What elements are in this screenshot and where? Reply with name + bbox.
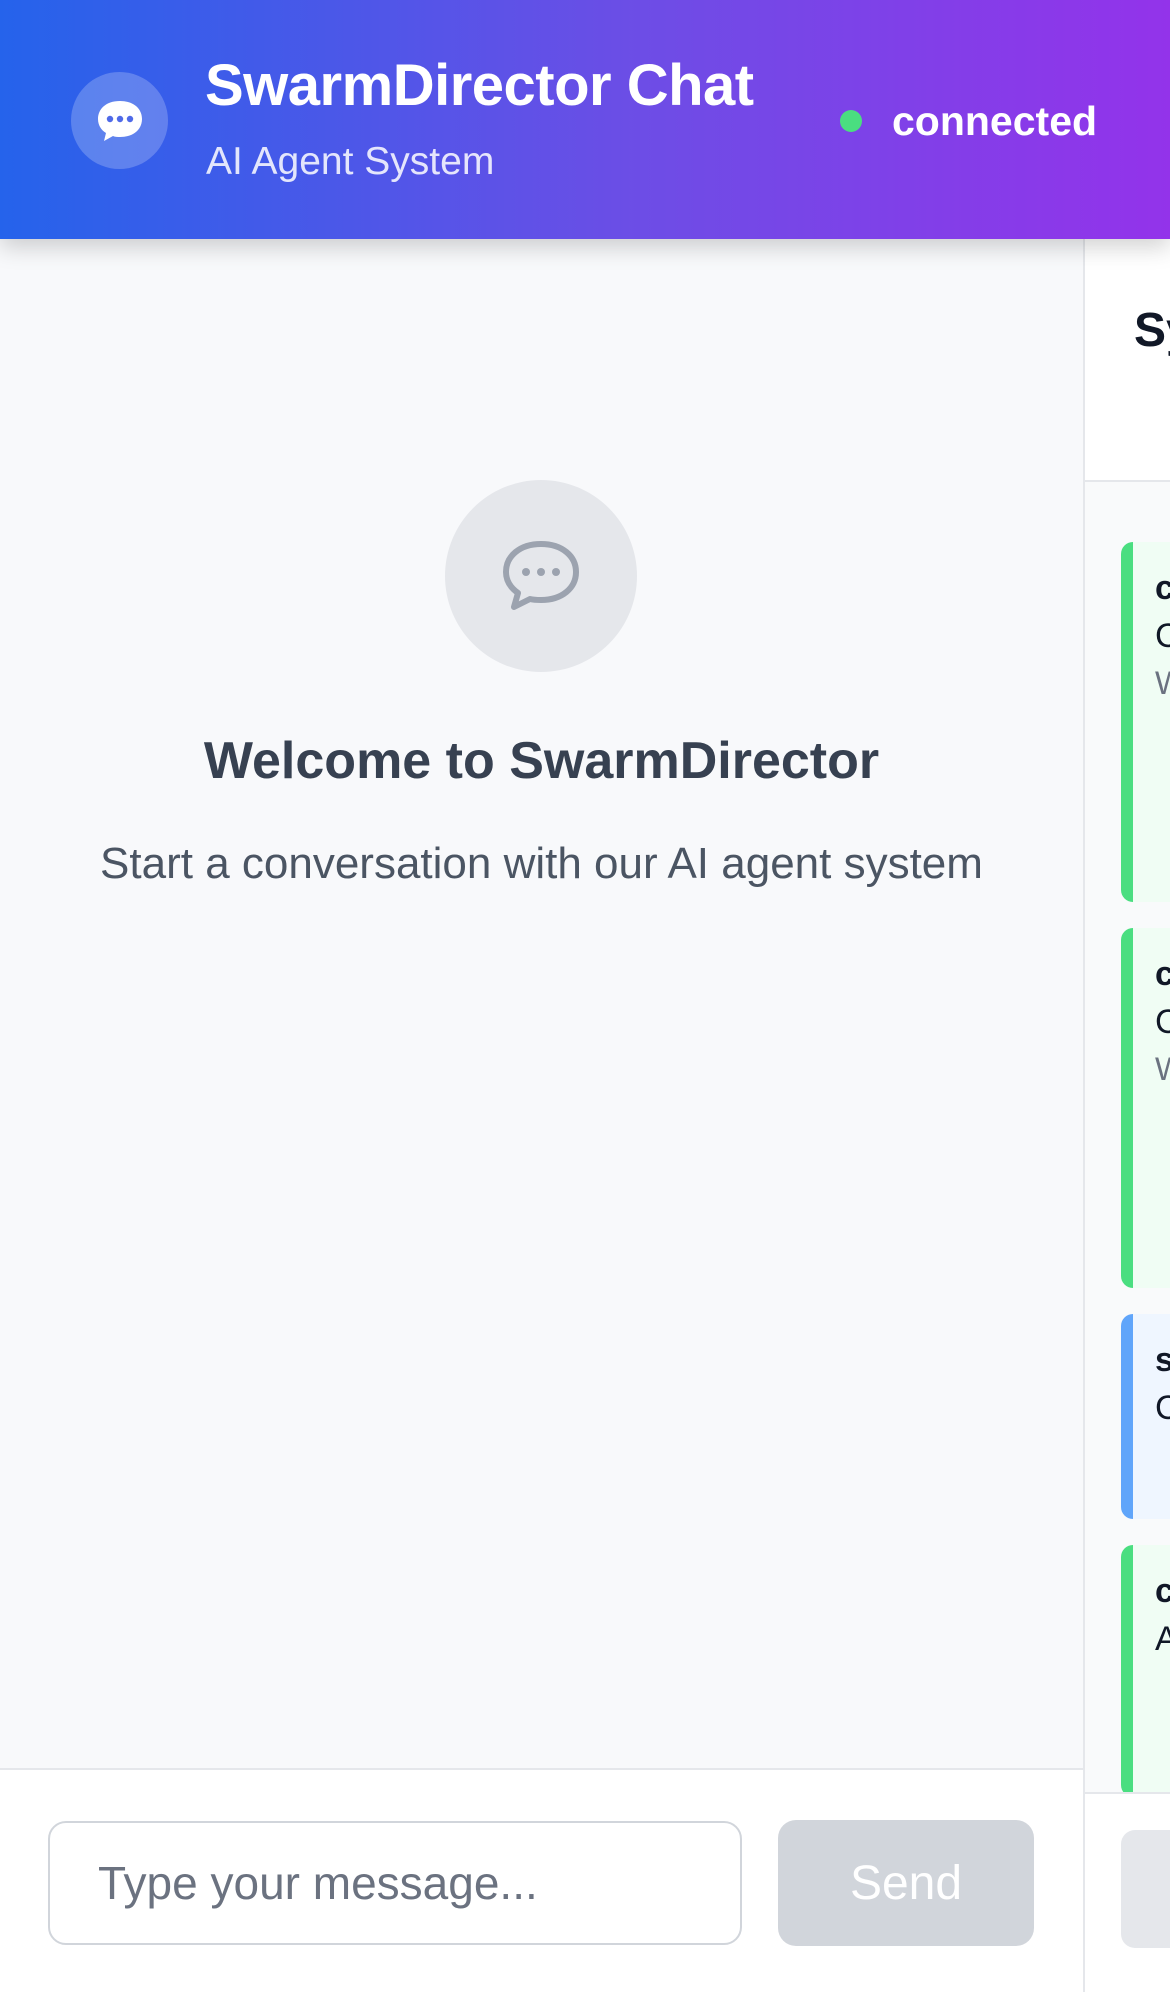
activity-card[interactable]: s C ir <box>1121 1314 1170 1519</box>
app-subtitle: AI Agent System <box>206 140 495 183</box>
activity-panel-header: Sy Ac <box>1085 239 1170 482</box>
chat-logo-icon <box>71 72 168 169</box>
activity-panel-footer <box>1085 1792 1170 1992</box>
status-text: connected <box>892 97 1098 144</box>
send-button[interactable]: Send <box>778 1820 1034 1946</box>
welcome-title: Welcome to SwarmDirector <box>203 732 880 790</box>
app-header: SwarmDirector Chat AI Agent System conne… <box>0 0 1170 239</box>
activity-detail: W c e <box>1155 1046 1170 1093</box>
activity-card[interactable]: c C S W c e <box>1121 928 1170 1288</box>
activity-list[interactable]: c C S W c e c C S W c e s C ir c A c S <box>1085 482 1170 1797</box>
activity-type: s <box>1155 1336 1170 1384</box>
panel-action-button[interactable] <box>1121 1830 1170 1948</box>
status-dot-icon <box>840 110 862 132</box>
chat-bubble-icon <box>445 480 637 672</box>
activity-type: c <box>1155 950 1170 998</box>
message-composer: Send <box>0 1768 1083 1992</box>
activity-card[interactable]: c C S W c e <box>1121 542 1170 902</box>
activity-panel-title: Sy Ac <box>1134 304 1170 357</box>
activity-type: c <box>1155 564 1170 612</box>
activity-type: c <box>1155 1567 1170 1615</box>
activity-message: C S <box>1155 998 1170 1046</box>
activity-detail: W c e <box>1155 660 1170 707</box>
activity-card[interactable]: c A c S <box>1121 1545 1170 1797</box>
activity-message: C ir <box>1155 1384 1170 1432</box>
app-title: SwarmDirector Chat <box>205 53 754 118</box>
activity-message: C S <box>1155 612 1170 660</box>
activity-message: A c S <box>1155 1615 1170 1663</box>
activity-panel: Sy Ac c C S W c e c C S W c e s C ir c A… <box>1083 239 1170 1992</box>
chat-messages-area[interactable]: Welcome to SwarmDirector Start a convers… <box>0 239 1083 1768</box>
message-input[interactable] <box>48 1821 742 1945</box>
connection-status: connected <box>840 96 1097 146</box>
welcome-subtitle: Start a conversation with our AI agent s… <box>100 839 983 888</box>
